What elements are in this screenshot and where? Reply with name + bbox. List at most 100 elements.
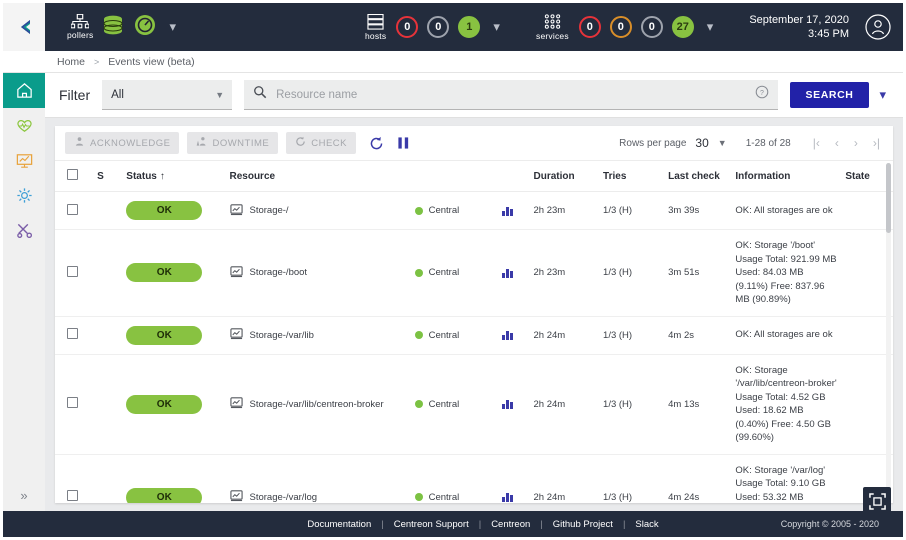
prev-page-button[interactable]: ‹ [832, 136, 842, 150]
resource-name[interactable]: Storage-/var/log [250, 492, 318, 503]
poller-status-dot-icon [415, 207, 423, 215]
row-poller-cell: Central [411, 230, 499, 317]
hosts-icon[interactable]: hosts [365, 14, 386, 41]
hosts-unreachable-count[interactable]: 0 [427, 16, 449, 38]
last-page-button[interactable]: ›| [870, 136, 883, 150]
row-checkbox[interactable] [67, 204, 78, 215]
search-button[interactable]: SEARCH [790, 82, 870, 108]
pollers-chevron-down-icon[interactable] [169, 19, 176, 35]
column-header-tries[interactable]: Tries [599, 161, 664, 192]
search-input[interactable] [276, 89, 768, 101]
information-text: OK: Storage '/var/lib/centreon-broker' U… [735, 364, 837, 445]
pause-icon[interactable] [397, 136, 410, 150]
resource-name[interactable]: Storage-/boot [250, 267, 308, 278]
service-resource-icon [230, 327, 243, 343]
sidebar-item-reporting[interactable] [3, 143, 45, 178]
search-icon [253, 85, 267, 104]
graph-icon[interactable] [502, 330, 525, 340]
graph-icon[interactable] [502, 399, 525, 409]
footer-link[interactable]: Github Project [553, 519, 613, 530]
services-chevron-down-icon[interactable] [707, 19, 714, 35]
centreon-app-window: pollers [0, 0, 906, 540]
acknowledge-button[interactable]: ACKNOWLEDGE [65, 132, 179, 154]
first-page-button[interactable]: |‹ [810, 136, 823, 150]
centreon-logo[interactable] [3, 3, 45, 51]
next-page-button[interactable]: › [851, 136, 861, 150]
row-duration-cell: 2h 24m [530, 454, 600, 503]
sidebar-item-configuration[interactable] [3, 178, 45, 213]
row-checkbox[interactable] [67, 266, 78, 277]
column-header-duration[interactable]: Duration [530, 161, 600, 192]
rows-per-page-value[interactable]: 30 [695, 136, 708, 150]
filter-select[interactable]: All ▼ [102, 80, 232, 110]
graph-icon[interactable] [502, 268, 525, 278]
footer-link[interactable]: Documentation [307, 519, 371, 530]
footer-link[interactable]: Slack [635, 519, 658, 530]
services-icon[interactable]: services [536, 14, 569, 41]
row-duration-cell: 2h 23m [530, 192, 600, 230]
row-last-check-cell: 4m 24s [664, 454, 731, 503]
filter-expand-chevron-down-icon[interactable]: ▾ [879, 87, 886, 103]
database-status-icon[interactable] [101, 13, 125, 42]
breadcrumb-separator-icon: > [94, 57, 99, 67]
column-header-resource[interactable]: Resource [226, 161, 411, 192]
table-row[interactable]: OKStorage-/var/lib/centreon-brokerCentra… [55, 354, 893, 454]
table-scrollbar[interactable] [886, 163, 891, 501]
hosts-up-count[interactable]: 1 [458, 16, 480, 38]
status-badge[interactable]: OK [126, 263, 202, 282]
table-row[interactable]: OKStorage-/var/libCentral2h 24m1/3 (H)4m… [55, 316, 893, 354]
resource-name[interactable]: Storage-/var/lib/centreon-broker [250, 399, 384, 410]
sidebar-item-monitoring[interactable] [3, 108, 45, 143]
graph-icon[interactable] [502, 492, 525, 502]
select-all-checkbox[interactable] [67, 169, 78, 180]
downtime-button[interactable]: DOWNTIME [187, 132, 278, 154]
table-scroll-area[interactable]: S Status↑ Resource Duration Tries Last c… [55, 160, 893, 503]
column-header-status[interactable]: Status↑ [122, 161, 225, 192]
resource-name[interactable]: Storage-/ [250, 205, 289, 216]
row-status-cell: OK [122, 230, 225, 317]
services-ok-count[interactable]: 27 [672, 16, 694, 38]
search-field[interactable]: ? [244, 80, 777, 110]
poller-engine-status-icon[interactable] [133, 13, 157, 42]
status-badge[interactable]: OK [126, 488, 202, 503]
row-checkbox[interactable] [67, 397, 78, 408]
row-checkbox[interactable] [67, 328, 78, 339]
column-header-information[interactable]: Information [731, 161, 841, 192]
hosts-down-count[interactable]: 0 [396, 16, 418, 38]
services-critical-count[interactable]: 0 [579, 16, 601, 38]
footer-link[interactable]: Centreon Support [394, 519, 469, 530]
sidebar-item-home[interactable] [3, 73, 45, 108]
row-last-check-cell: 3m 39s [664, 192, 731, 230]
status-badge[interactable]: OK [126, 201, 202, 220]
fullscreen-toggle-button[interactable] [863, 487, 891, 515]
breadcrumb-home[interactable]: Home [57, 56, 85, 68]
table-row[interactable]: OKStorage-/Central2h 23m1/3 (H)3m 39sOK:… [55, 192, 893, 230]
row-status-cell: OK [122, 454, 225, 503]
sidebar-item-administration[interactable] [3, 213, 45, 248]
graph-icon[interactable] [502, 206, 525, 216]
resource-name[interactable]: Storage-/var/lib [250, 330, 314, 341]
sidebar-expand-button[interactable]: » [3, 488, 45, 503]
select-all-header [55, 161, 93, 192]
status-badge[interactable]: OK [126, 326, 202, 345]
table-row[interactable]: OKStorage-/var/logCentral2h 24m1/3 (H)4m… [55, 454, 893, 503]
table-row[interactable]: OKStorage-/bootCentral2h 23m1/3 (H)3m 51… [55, 230, 893, 317]
rows-per-page-chevron-down-icon[interactable]: ▼ [718, 138, 727, 148]
hosts-chevron-down-icon[interactable] [493, 19, 500, 35]
pollers-icon[interactable]: pollers [67, 14, 93, 40]
services-warning-count[interactable]: 0 [610, 16, 632, 38]
services-unknown-count[interactable]: 0 [641, 16, 663, 38]
row-graph-cell [498, 354, 529, 454]
service-resource-icon [230, 203, 243, 219]
refresh-icon[interactable] [369, 136, 384, 151]
table-scrollbar-thumb[interactable] [886, 163, 891, 233]
row-checkbox[interactable] [67, 490, 78, 501]
status-badge[interactable]: OK [126, 395, 202, 414]
footer-link[interactable]: Centreon [491, 519, 530, 530]
poller-status-dot-icon [415, 493, 423, 501]
question-circle-icon[interactable]: ? [755, 85, 769, 104]
column-header-s[interactable]: S [93, 161, 122, 192]
column-header-last-check[interactable]: Last check [664, 161, 731, 192]
user-avatar[interactable] [865, 14, 891, 45]
check-button[interactable]: CHECK [286, 132, 356, 154]
